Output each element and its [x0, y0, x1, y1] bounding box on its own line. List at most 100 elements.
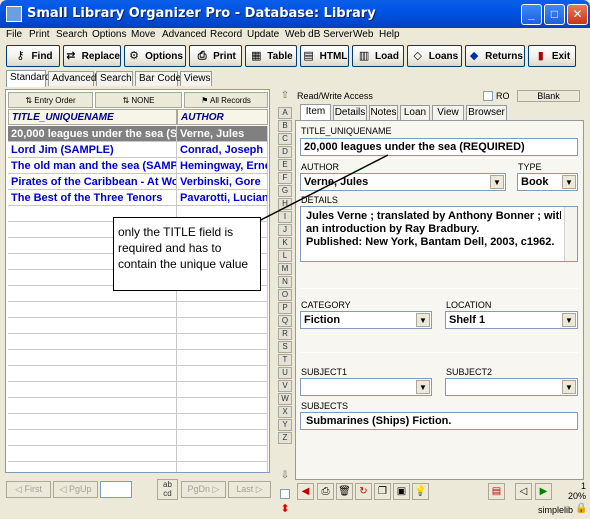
goto-grid-icon[interactable]: ab cd	[157, 479, 178, 500]
close-button[interactable]: ✕	[567, 4, 588, 25]
empty-cell[interactable]	[177, 398, 268, 414]
alpha-y-button[interactable]: Y	[278, 419, 292, 431]
alpha-q-button[interactable]: Q	[278, 315, 292, 327]
empty-cell[interactable]	[177, 366, 268, 382]
alpha-w-button[interactable]: W	[278, 393, 292, 405]
author-dropdown[interactable]: Verne, Jules ▼	[300, 173, 506, 191]
sort-entry-order-button[interactable]: ⇅ Entry Order	[8, 92, 93, 108]
print-button[interactable]: ⎙ Print	[189, 45, 242, 67]
ro-checkbox[interactable]	[483, 91, 493, 101]
chevron-down-icon[interactable]: ▼	[562, 313, 576, 327]
menu-web-db-server[interactable]: Web dB Server	[285, 29, 353, 40]
alpha-f-button[interactable]: F	[278, 172, 292, 184]
returns-button[interactable]: ◆ Returns	[465, 45, 525, 67]
load-button[interactable]: ▥ Load	[352, 45, 404, 67]
cell-title[interactable]: Pirates of the Caribbean - At Wor	[8, 174, 177, 190]
record-card-icon[interactable]: ▤	[488, 483, 505, 500]
last-button[interactable]: Last ▷	[228, 481, 271, 498]
up-arrow-icon[interactable]: ⇧	[278, 90, 292, 104]
subject1-dropdown[interactable]: ▼	[300, 378, 432, 396]
alpha-b-button[interactable]: B	[278, 120, 292, 132]
tab-bar-code[interactable]: Bar Code	[135, 71, 181, 86]
lightbulb-icon[interactable]: 💡	[412, 483, 429, 500]
html-button[interactable]: ▤ HTML	[300, 45, 349, 67]
maximize-button[interactable]: □	[544, 4, 565, 25]
menu-search[interactable]: Search	[56, 29, 88, 40]
menu-advanced[interactable]: Advanced	[162, 29, 206, 40]
tab-browser[interactable]: Browser	[466, 105, 507, 120]
prev-record-icon[interactable]: ◁	[515, 483, 532, 500]
cell-title[interactable]: The old man and the sea (SAMPL	[8, 158, 177, 174]
tab-loan[interactable]: Loan	[400, 105, 430, 120]
tab-view[interactable]: View	[432, 105, 464, 120]
empty-cell[interactable]	[177, 446, 268, 462]
down-arrow-icon[interactable]: ⇩	[278, 470, 292, 484]
exit-button[interactable]: ▮ Exit	[528, 45, 576, 67]
menu-file[interactable]: File	[6, 29, 22, 40]
column-header-title[interactable]: TITLE_UNIQUENAME	[8, 109, 177, 125]
subjects-field[interactable]: Submarines (Ships) Fiction.	[300, 412, 578, 430]
alpha-e-button[interactable]: E	[278, 159, 292, 171]
empty-cell[interactable]	[8, 318, 177, 334]
alpha-l-button[interactable]: L	[278, 250, 292, 262]
menu-help[interactable]: Help	[379, 29, 400, 40]
tab-notes[interactable]: Notes	[369, 105, 398, 120]
menu-record[interactable]: Record	[210, 29, 242, 40]
empty-cell[interactable]	[8, 414, 177, 430]
blank-button[interactable]: Blank	[517, 90, 580, 102]
first-button[interactable]: ◁ First	[6, 481, 51, 498]
empty-cell[interactable]	[177, 462, 268, 472]
chevron-down-icon[interactable]: ▼	[416, 313, 430, 327]
empty-cell[interactable]	[8, 334, 177, 350]
pgdn-button[interactable]: PgDn ▷	[181, 481, 226, 498]
menu-options[interactable]: Options	[92, 29, 126, 40]
tab-item[interactable]: Item	[300, 104, 331, 121]
menu-print[interactable]: Print	[29, 29, 50, 40]
menu-web[interactable]: Web	[353, 29, 373, 40]
alpha-j-button[interactable]: J	[278, 224, 292, 236]
empty-cell[interactable]	[8, 350, 177, 366]
empty-cell[interactable]	[177, 414, 268, 430]
tab-standard[interactable]: Standard	[6, 70, 51, 87]
all-records-button[interactable]: ⚑ All Records	[184, 92, 268, 108]
options-button[interactable]: ⚙ Options	[124, 45, 186, 67]
alpha-g-button[interactable]: G	[278, 185, 292, 197]
title-bar[interactable]: Small Library Organizer Pro - Database: …	[0, 0, 590, 28]
category-dropdown[interactable]: Fiction ▼	[300, 311, 432, 329]
cell-author[interactable]: Verne, Jules	[177, 126, 268, 142]
cell-title[interactable]: The Best of the Three Tenors	[8, 190, 177, 206]
tab-advanced[interactable]: Advanced	[48, 71, 96, 86]
empty-cell[interactable]	[8, 462, 177, 472]
alpha-k-button[interactable]: K	[278, 237, 292, 249]
cell-author[interactable]: Hemingway, Erne	[177, 158, 268, 174]
loans-button[interactable]: ◇ Loans	[407, 45, 462, 67]
cell-author[interactable]: Conrad, Joseph	[177, 142, 268, 158]
record-number-input[interactable]	[100, 481, 132, 498]
find-button[interactable]: ⚷ Find	[6, 45, 60, 67]
alpha-t-button[interactable]: T	[278, 354, 292, 366]
empty-cell[interactable]	[177, 302, 268, 318]
refresh-icon[interactable]: ↻	[355, 483, 372, 500]
details-textarea[interactable]: Jules Verne ; translated by Anthony Bonn…	[300, 206, 578, 262]
empty-cell[interactable]	[8, 366, 177, 382]
empty-cell[interactable]	[8, 382, 177, 398]
alpha-s-button[interactable]: S	[278, 341, 292, 353]
alpha-h-button[interactable]: H	[278, 198, 292, 210]
empty-cell[interactable]	[177, 430, 268, 446]
next-record-icon[interactable]: ▶	[535, 483, 552, 500]
chevron-down-icon[interactable]: ▼	[562, 380, 576, 394]
subject2-dropdown[interactable]: ▼	[445, 378, 578, 396]
strip-checkbox[interactable]	[280, 489, 290, 499]
empty-cell[interactable]	[8, 302, 177, 318]
alpha-c-button[interactable]: C	[278, 133, 292, 145]
minimize-button[interactable]: _	[521, 4, 542, 25]
paste-icon[interactable]: ▣	[393, 483, 410, 500]
tab-search[interactable]: Search	[96, 71, 133, 86]
empty-cell[interactable]	[8, 446, 177, 462]
alpha-r-button[interactable]: R	[278, 328, 292, 340]
alpha-o-button[interactable]: O	[278, 289, 292, 301]
title-field[interactable]: 20,000 leagues under the sea (REQUIRED)	[300, 138, 578, 156]
alpha-i-button[interactable]: I	[278, 211, 292, 223]
column-header-author[interactable]: AUTHOR	[177, 109, 268, 125]
empty-cell[interactable]	[8, 430, 177, 446]
